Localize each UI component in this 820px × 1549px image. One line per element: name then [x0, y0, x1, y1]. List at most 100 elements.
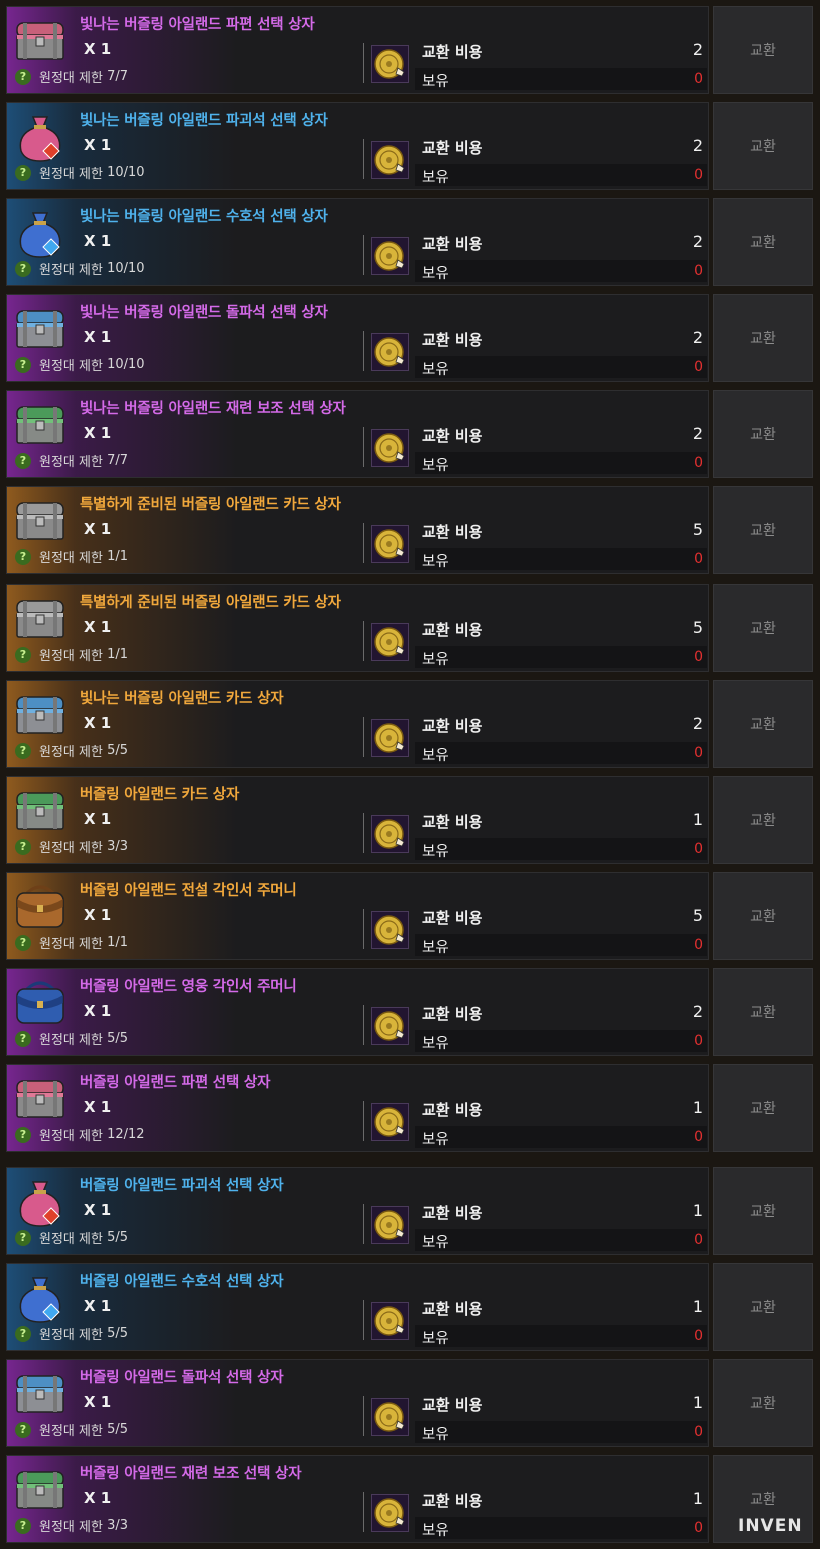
coin-icon[interactable]	[371, 141, 409, 179]
roster-limit: ? 원정대 제한 5/5	[15, 1324, 128, 1343]
blue-chest-icon[interactable]	[11, 685, 69, 743]
owned-value: 0	[694, 649, 703, 665]
question-icon[interactable]: ?	[15, 1421, 31, 1438]
item-name: 빛나는 버즐링 아일랜드 카드 상자	[80, 691, 284, 707]
question-icon[interactable]: ?	[15, 838, 31, 855]
coin-icon[interactable]	[371, 911, 409, 949]
divider	[363, 523, 364, 563]
question-icon[interactable]: ?	[15, 164, 31, 181]
question-icon[interactable]: ?	[15, 1126, 31, 1143]
blue-chest-icon[interactable]	[11, 1364, 69, 1422]
question-icon[interactable]: ?	[15, 260, 31, 277]
exchange-button[interactable]: 교환	[713, 1263, 813, 1351]
cost-value: 1	[692, 1393, 703, 1412]
exchange-button[interactable]: 교환	[713, 776, 813, 864]
question-icon[interactable]: ?	[15, 1030, 31, 1047]
item-card: 빛나는 버즐링 아일랜드 돌파석 선택 상자 X 1 ? 원정대 제한 10/10…	[6, 294, 709, 382]
coin-icon[interactable]	[371, 333, 409, 371]
owned-value: 0	[694, 745, 703, 761]
question-icon[interactable]: ?	[15, 548, 31, 565]
item-name: 버즐링 아일랜드 돌파석 선택 상자	[80, 1370, 284, 1386]
pink-chest-icon[interactable]	[11, 11, 69, 69]
limit-label: 원정대 제한	[39, 1033, 103, 1048]
item-row: 빛나는 버즐링 아일랜드 재련 보조 선택 상자 X 1 ? 원정대 제한 7/7…	[0, 390, 820, 478]
pink-chest-icon[interactable]	[11, 1069, 69, 1127]
exchange-button[interactable]: 교환	[713, 1167, 813, 1255]
coin-icon[interactable]	[371, 525, 409, 563]
owned-value: 0	[694, 937, 703, 953]
exchange-button[interactable]: 교환	[713, 872, 813, 960]
question-icon[interactable]: ?	[15, 356, 31, 373]
item-name: 버즐링 아일랜드 전설 각인서 주머니	[80, 883, 297, 899]
item-row: 빛나는 버즐링 아일랜드 파편 선택 상자 X 1 ? 원정대 제한 7/7 교환…	[0, 6, 820, 94]
limit-label: 원정대 제한	[39, 1424, 103, 1439]
item-quantity: X 1	[84, 1201, 112, 1219]
exchange-button[interactable]: 교환	[713, 294, 813, 382]
exchange-button[interactable]: 교환	[713, 486, 813, 574]
owned-value: 0	[694, 1424, 703, 1440]
question-icon[interactable]: ?	[15, 452, 31, 469]
limit-value: 7/7	[107, 453, 128, 468]
cost-value: 2	[692, 136, 703, 155]
item-card: 버즐링 아일랜드 재련 보조 선택 상자 X 1 ? 원정대 제한 3/3 교환 …	[6, 1455, 709, 1543]
coin-icon[interactable]	[371, 623, 409, 661]
cost-value: 5	[692, 520, 703, 539]
coin-icon[interactable]	[371, 1302, 409, 1340]
green-chest-icon[interactable]	[11, 395, 69, 453]
question-icon[interactable]: ?	[15, 646, 31, 663]
exchange-button[interactable]: 교환	[713, 102, 813, 190]
question-icon[interactable]: ?	[15, 1229, 31, 1246]
exchange-button[interactable]: 교환	[713, 1359, 813, 1447]
green-chest-icon[interactable]	[11, 781, 69, 839]
owned-value: 0	[694, 455, 703, 471]
blue-pouch-icon[interactable]	[11, 1268, 69, 1326]
owned-label: 보유	[422, 1331, 449, 1347]
exchange-button[interactable]: 교환	[713, 968, 813, 1056]
limit-value: 1/1	[107, 647, 128, 662]
coin-icon[interactable]	[371, 1398, 409, 1436]
coin-icon[interactable]	[371, 719, 409, 757]
brown-bag-icon[interactable]	[11, 877, 69, 935]
cost-label: 교환 비용	[422, 1300, 483, 1318]
question-icon[interactable]: ?	[15, 742, 31, 759]
limit-label: 원정대 제한	[39, 551, 103, 566]
item-quantity: X 1	[84, 136, 112, 154]
question-icon[interactable]: ?	[15, 68, 31, 85]
exchange-button[interactable]: 교환	[713, 584, 813, 672]
coin-icon[interactable]	[371, 815, 409, 853]
coin-icon[interactable]	[371, 1103, 409, 1141]
pink-pouch-icon[interactable]	[11, 1172, 69, 1230]
coin-icon[interactable]	[371, 237, 409, 275]
limit-label: 원정대 제한	[39, 167, 103, 182]
item-row: 버즐링 아일랜드 카드 상자 X 1 ? 원정대 제한 3/3 교환 비용 1 보…	[0, 776, 820, 864]
coin-icon[interactable]	[371, 1206, 409, 1244]
gray-chest-icon[interactable]	[11, 589, 69, 647]
exchange-button[interactable]: 교환	[713, 390, 813, 478]
coin-icon[interactable]	[371, 45, 409, 83]
pink-pouch-icon[interactable]	[11, 107, 69, 165]
coin-icon[interactable]	[371, 1007, 409, 1045]
cost-label: 교환 비용	[422, 813, 483, 831]
coin-icon[interactable]	[371, 429, 409, 467]
blue-pouch-icon[interactable]	[11, 203, 69, 261]
question-icon[interactable]: ?	[15, 1517, 31, 1534]
exchange-button[interactable]: 교환	[713, 680, 813, 768]
owned-bar	[415, 742, 707, 764]
blue-chest-icon[interactable]	[11, 299, 69, 357]
coin-icon[interactable]	[371, 1494, 409, 1532]
exchange-button[interactable]: 교환	[713, 1064, 813, 1152]
owned-value: 0	[694, 359, 703, 375]
roster-limit: ? 원정대 제한 3/3	[15, 837, 128, 856]
exchange-button[interactable]: 교환	[713, 6, 813, 94]
question-icon[interactable]: ?	[15, 1325, 31, 1342]
item-name: 버즐링 아일랜드 파편 선택 상자	[80, 1075, 271, 1091]
question-icon[interactable]: ?	[15, 934, 31, 951]
owned-bar	[415, 164, 707, 186]
exchange-button[interactable]: 교환	[713, 198, 813, 286]
roster-limit: ? 원정대 제한 10/10	[15, 355, 145, 374]
blue-bag-icon[interactable]	[11, 973, 69, 1031]
gray-chest-icon[interactable]	[11, 491, 69, 549]
roster-limit: ? 원정대 제한 12/12	[15, 1125, 145, 1144]
owned-bar	[415, 838, 707, 860]
green-chest-icon[interactable]	[11, 1460, 69, 1518]
